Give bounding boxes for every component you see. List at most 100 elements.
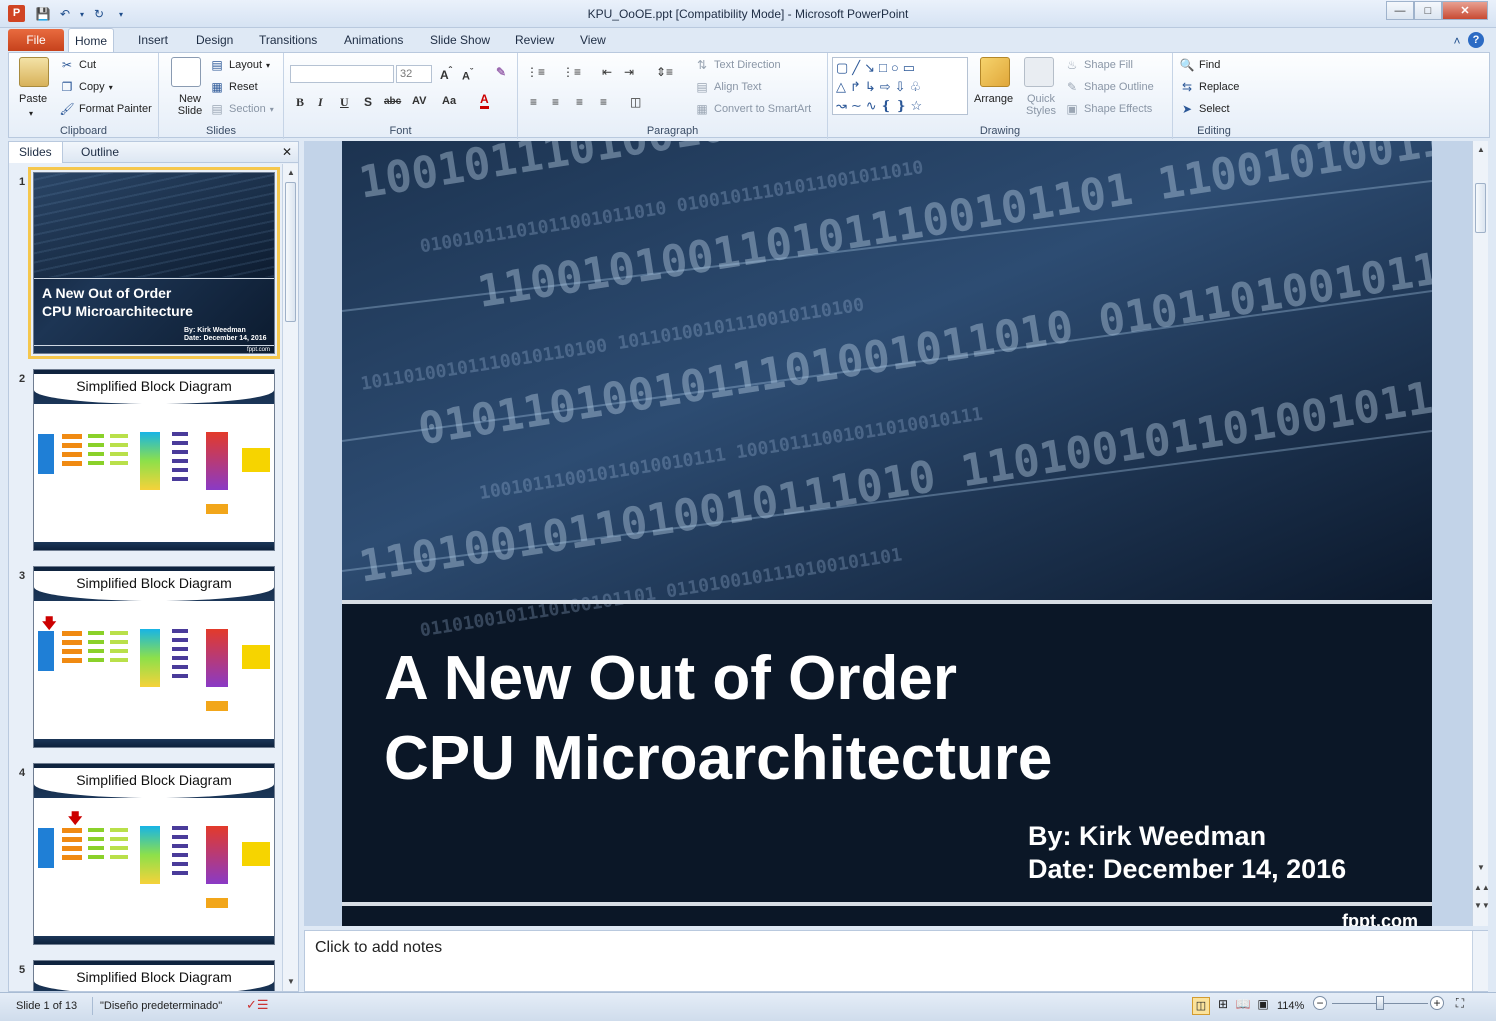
tab-outline[interactable]: Outline <box>71 142 129 163</box>
underline-icon[interactable]: U <box>340 95 349 110</box>
next-slide-icon[interactable]: ▼▼ <box>1474 899 1490 913</box>
scroll-up-icon[interactable]: ▲ <box>1474 143 1488 157</box>
minimize-icon[interactable]: — <box>1386 1 1414 20</box>
slide-title-line1[interactable]: A New Out of Order <box>384 639 957 719</box>
justify-icon[interactable]: ≡ <box>600 95 607 109</box>
slide-show-icon[interactable]: ▣ <box>1254 997 1272 1015</box>
tab-design[interactable]: Design <box>190 28 239 52</box>
tab-file[interactable]: File <box>8 29 64 51</box>
shadow-icon[interactable]: S <box>364 95 372 109</box>
fit-to-window-icon[interactable]: ⛶ <box>1452 996 1468 1012</box>
select-button[interactable]: ➤ Select <box>1179 101 1230 117</box>
scroll-thumb[interactable] <box>1475 183 1486 233</box>
tab-view[interactable]: View <box>574 28 612 52</box>
new-slide-button[interactable]: New Slide <box>173 93 207 117</box>
close-pane-icon[interactable]: ✕ <box>282 145 292 159</box>
tab-insert[interactable]: Insert <box>132 28 174 52</box>
shapes-gallery[interactable]: ▢╱↘□○▭ △↱↳⇨⇩♧ ↝∼∿❴❵☆ <box>832 57 968 115</box>
thumb-date: Date: December 14, 2016 <box>184 335 267 342</box>
arrange-icon[interactable] <box>980 57 1010 87</box>
zoom-in-icon[interactable]: + <box>1430 996 1444 1010</box>
tab-slides[interactable]: Slides <box>9 142 63 163</box>
slide-date[interactable]: Date: December 14, 2016 <box>1028 854 1346 885</box>
slide-thumbnail-5[interactable]: Simplified Block Diagram <box>33 960 275 991</box>
shape-outline-button[interactable]: ✎ Shape Outline <box>1064 79 1154 95</box>
align-text-button[interactable]: ▤ Align Text <box>694 79 761 95</box>
slide-sorter-icon[interactable]: ⊞ <box>1214 997 1232 1015</box>
arrange-button[interactable]: Arrange <box>974 93 1013 105</box>
scroll-thumb[interactable] <box>285 182 296 322</box>
reading-view-icon[interactable]: 📖 <box>1234 997 1252 1015</box>
slide-canvas[interactable]: 10010111010010110100101 1001011101001011… <box>342 141 1432 926</box>
clear-formatting-icon[interactable]: ✎ <box>496 65 506 79</box>
help-icon[interactable]: ? <box>1468 32 1484 48</box>
scroll-up-icon[interactable]: ▲ <box>284 166 298 180</box>
slide-thumbnail-1[interactable]: A New Out of Order CPU Microarchitecture… <box>28 167 280 359</box>
tab-slide-show[interactable]: Slide Show <box>424 28 496 52</box>
minimize-ribbon-icon[interactable]: ˄ <box>1448 32 1466 50</box>
zoom-slider-thumb[interactable] <box>1376 996 1384 1010</box>
italic-icon[interactable]: I <box>318 95 323 110</box>
copy-button[interactable]: ❐ Copy ▾ <box>59 79 113 95</box>
scroll-down-icon[interactable]: ▼ <box>284 975 298 989</box>
convert-smartart-button[interactable]: ▦ Convert to SmartArt <box>694 101 811 117</box>
shape-effects-button[interactable]: ▣ Shape Effects <box>1064 101 1152 117</box>
font-name-combo[interactable] <box>290 65 394 83</box>
tab-transitions[interactable]: Transitions <box>253 28 323 52</box>
quick-styles-button[interactable]: Quick Styles <box>1024 93 1058 117</box>
shape-fill-button[interactable]: ♨ Shape Fill <box>1064 57 1133 73</box>
find-button[interactable]: 🔍 Find <box>1179 57 1221 73</box>
bold-icon[interactable]: B <box>296 95 304 110</box>
slide-thumbnail-2[interactable]: Simplified Block Diagram <box>33 369 275 551</box>
spelling-check-icon[interactable]: ✓☰ <box>246 997 269 1013</box>
zoom-level[interactable]: 114% <box>1277 1000 1304 1012</box>
strikethrough-icon[interactable]: abc <box>384 96 401 107</box>
slides-pane-scrollbar[interactable]: ▲ ▼ <box>282 164 298 991</box>
text-direction-button[interactable]: ⇅ Text Direction <box>694 57 781 73</box>
section-button[interactable]: ▤ Section ▾ <box>209 101 273 117</box>
notes-placeholder[interactable]: Click to add notes <box>315 939 442 957</box>
new-slide-icon[interactable] <box>171 57 201 87</box>
align-right-icon[interactable]: ≡ <box>576 95 583 109</box>
tab-review[interactable]: Review <box>509 28 560 52</box>
decrease-indent-icon[interactable]: ⇤ <box>602 65 612 79</box>
normal-view-icon[interactable]: ◫ <box>1192 997 1210 1015</box>
character-spacing-icon[interactable]: AV <box>412 95 426 107</box>
slide-title-line2[interactable]: CPU Microarchitecture <box>384 719 1052 799</box>
font-size-combo[interactable]: 32 <box>396 65 432 83</box>
line-spacing-icon[interactable]: ⇕≡ <box>656 65 673 79</box>
replace-button[interactable]: ⇆ Replace <box>1179 79 1239 95</box>
bullets-icon[interactable]: ⋮≡ <box>526 65 545 79</box>
zoom-out-icon[interactable]: − <box>1313 996 1327 1010</box>
notes-scrollbar[interactable] <box>1472 931 1488 991</box>
slide-thumbnail-4[interactable]: Simplified Block Diagram 🡇 <box>33 763 275 945</box>
shrink-font-icon[interactable]: Aˇ <box>462 67 473 83</box>
tab-home[interactable]: Home <box>68 28 115 53</box>
cut-button[interactable]: ✂ Cut <box>59 57 96 73</box>
paste-button[interactable]: Paste <box>19 93 47 105</box>
align-center-icon[interactable]: ≡ <box>552 95 559 109</box>
slide-thumbnail-3[interactable]: Simplified Block Diagram 🡇 <box>33 566 275 748</box>
scissors-icon: ✂ <box>61 58 73 72</box>
previous-slide-icon[interactable]: ▲▲ <box>1474 881 1490 895</box>
reset-button[interactable]: ▦ Reset <box>209 79 257 95</box>
numbering-icon[interactable]: ⋮≡ <box>562 65 581 79</box>
align-left-icon[interactable]: ≡ <box>530 95 537 109</box>
maximize-icon[interactable]: □ <box>1414 1 1442 20</box>
columns-icon[interactable]: ◫ <box>630 95 641 109</box>
paste-icon[interactable] <box>19 57 49 87</box>
tab-animations[interactable]: Animations <box>338 28 409 52</box>
notes-pane[interactable]: Click to add notes <box>304 930 1488 992</box>
scroll-down-icon[interactable]: ▼ <box>1474 861 1488 875</box>
slide-author[interactable]: By: Kirk Weedman <box>1028 821 1266 852</box>
paste-dropdown-icon[interactable]: ▾ <box>29 109 33 118</box>
change-case-icon[interactable]: Aa <box>442 95 456 107</box>
font-color-icon[interactable]: A <box>480 93 489 109</box>
slide-scrollbar[interactable]: ▲ ▼ ▲▲ ▼▼ <box>1472 141 1490 926</box>
increase-indent-icon[interactable]: ⇥ <box>624 65 634 79</box>
layout-button[interactable]: ▤ Layout ▾ <box>209 57 270 73</box>
quick-styles-icon[interactable] <box>1024 57 1054 87</box>
grow-font-icon[interactable]: Aˆ <box>440 66 452 82</box>
close-icon[interactable]: ✕ <box>1442 1 1488 20</box>
format-painter-button[interactable]: 🖌 Format Painter <box>59 101 151 117</box>
